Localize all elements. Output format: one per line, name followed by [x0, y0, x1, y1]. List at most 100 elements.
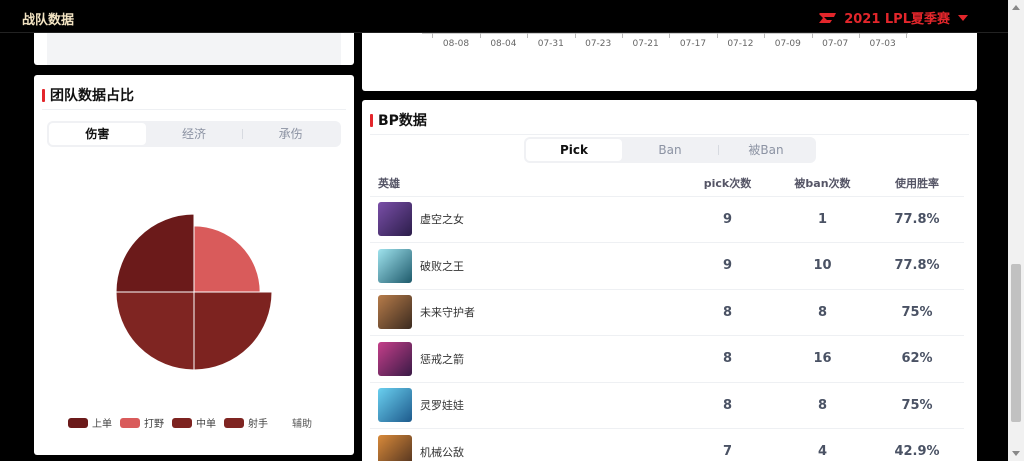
legend-label: 射手 [248, 419, 268, 430]
scroll-thumb[interactable] [1011, 264, 1021, 422]
divider [370, 134, 969, 135]
banned-count: 4 [775, 428, 870, 461]
tab-gold[interactable]: 经济 [146, 123, 243, 145]
bp-card: BP数据 Pick Ban 被Ban 英雄 pick次数 被ban次数 使用胜率… [362, 100, 977, 461]
axis-tick-label: 07-12 [727, 39, 754, 49]
column-header-hero[interactable]: 英雄 [370, 170, 680, 197]
pie-slice-1[interactable] [193, 225, 261, 293]
hero-avatar [378, 202, 412, 237]
divider [42, 109, 346, 110]
hero-cell: 虚空之女 [370, 196, 680, 243]
win-rate: 42.9% [870, 428, 964, 461]
chevron-down-icon [958, 14, 968, 21]
table-row[interactable]: 虚空之女 9 1 77.8% [370, 196, 964, 243]
win-rate: 77.8% [870, 242, 964, 290]
axis-tick [669, 33, 671, 38]
table-row[interactable]: 灵罗娃娃 8 8 75% [370, 382, 964, 429]
table-row[interactable]: 机械公敌 7 4 42.9% [370, 428, 964, 461]
table-row[interactable]: 未来守护者 8 8 75% [370, 289, 964, 336]
pie-slice-3[interactable] [115, 291, 195, 371]
axis-tick-label: 08-04 [490, 39, 517, 49]
pick-count: 8 [680, 382, 775, 429]
axis-tick [906, 33, 908, 38]
scroll-up-icon[interactable] [1012, 5, 1020, 10]
timeline-axis: 08-08 08-04 07-31 07-23 07-21 07-17 07-12 07-09… [362, 33, 977, 85]
hero-name: 虚空之女 [420, 213, 464, 227]
legend-item[interactable]: 辅助 [292, 415, 312, 430]
legend-item[interactable]: 打野 [120, 415, 164, 430]
hero-avatar [378, 388, 412, 423]
left-top-card: 展开 [34, 33, 354, 65]
banned-count: 16 [775, 335, 870, 383]
legend-item[interactable]: 上单 [68, 415, 112, 430]
tab-damage[interactable]: 伤害 [49, 123, 146, 145]
hero-wrap: 灵罗娃娃 [378, 388, 680, 423]
axis-tick-label: 07-21 [632, 39, 659, 49]
hero-name: 破败之王 [420, 259, 464, 273]
hero-wrap: 未来守护者 [378, 295, 680, 330]
pick-count: 9 [680, 242, 775, 290]
page-scrollbar[interactable] [1008, 0, 1024, 461]
tab-pick[interactable]: Pick [526, 139, 622, 161]
axis-tick-label: 07-31 [537, 39, 564, 49]
banned-count: 1 [775, 196, 870, 243]
pie-slice-0[interactable] [115, 213, 195, 293]
hero-name: 机械公敌 [420, 445, 464, 459]
season-label: 2021 LPL夏季赛 [844, 12, 950, 27]
team-share-tabs: 伤害 经济 承伤 [47, 121, 341, 147]
axis-tick-label: 07-03 [869, 39, 896, 49]
legend-swatch [172, 417, 192, 428]
legend-label: 辅助 [292, 419, 312, 430]
win-rate: 75% [870, 289, 964, 336]
axis-tick-label: 07-09 [774, 39, 801, 49]
hero-cell: 机械公敌 [370, 428, 680, 461]
hero-name: 未来守护者 [420, 306, 475, 320]
axis-tick [432, 33, 434, 38]
axis-tick-label: 08-08 [442, 39, 470, 49]
season-selector[interactable]: 2021 LPL夏季赛 [818, 8, 968, 27]
scroll-down-icon[interactable] [1012, 451, 1020, 456]
banned-count: 10 [775, 242, 870, 290]
team-share-title-text: 团队数据占比 [50, 88, 134, 104]
column-header-pick[interactable]: pick次数 [680, 170, 775, 197]
legend-swatch [120, 417, 140, 428]
expand-button[interactable]: 展开 [47, 33, 341, 65]
tab-damage-taken[interactable]: 承伤 [242, 123, 339, 145]
bp-title: BP数据 [370, 110, 427, 130]
hero-wrap: 虚空之女 [378, 202, 680, 237]
tab-banned[interactable]: 被Ban [718, 139, 814, 161]
hero-avatar [378, 434, 412, 461]
axis-tick [574, 33, 576, 38]
hero-wrap: 惩戒之箭 [378, 341, 680, 376]
tab-ban[interactable]: Ban [622, 139, 718, 161]
hero-avatar [378, 341, 412, 376]
axis-tick [527, 33, 529, 38]
bp-title-text: BP数据 [378, 113, 427, 129]
hero-cell: 破败之王 [370, 242, 680, 290]
legend-item[interactable]: 中单 [172, 415, 216, 430]
pick-count: 9 [680, 196, 775, 243]
banned-count: 8 [775, 382, 870, 429]
pick-count: 7 [680, 428, 775, 461]
hero-name: 灵罗娃娃 [420, 399, 464, 413]
column-header-banned[interactable]: 被ban次数 [775, 170, 870, 197]
hero-cell: 未来守护者 [370, 289, 680, 336]
legend-item[interactable]: 射手 [224, 415, 268, 430]
pie-slice-2[interactable] [193, 291, 273, 371]
team-share-title: 团队数据占比 [42, 85, 134, 105]
legend-swatch [224, 417, 244, 428]
legend-swatch [68, 417, 88, 428]
axis-tick [479, 33, 481, 38]
damage-share-chart [115, 213, 273, 371]
table-row[interactable]: 破败之王 9 10 77.8% [370, 242, 964, 290]
hero-cell: 惩戒之箭 [370, 335, 680, 383]
hero-wrap: 破败之王 [378, 248, 680, 283]
page-title: 战队数据 [22, 13, 75, 28]
hero-cell: 灵罗娃娃 [370, 382, 680, 429]
table-header-row: 英雄 pick次数 被ban次数 使用胜率 [370, 170, 964, 197]
axis-tick [858, 33, 860, 38]
bp-table: 英雄 pick次数 被ban次数 使用胜率 虚空之女 9 1 77.8% 破败之王 9 10… [370, 170, 964, 461]
column-header-winrate[interactable]: 使用胜率 [870, 170, 964, 197]
table-row[interactable]: 惩戒之箭 8 16 62% [370, 335, 964, 383]
lpl-logo-icon [819, 12, 837, 23]
